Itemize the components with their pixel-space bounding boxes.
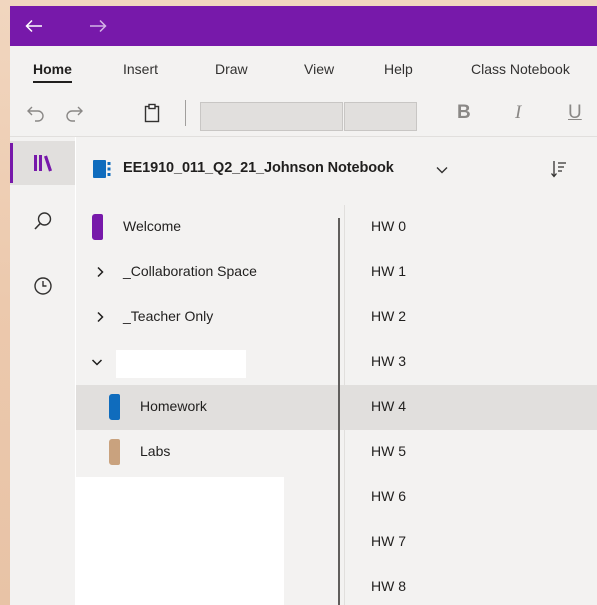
rail-recent[interactable] xyxy=(10,264,75,308)
section-color-tab xyxy=(109,439,120,465)
title-bar xyxy=(10,6,597,46)
section-group-label: _Collaboration Space xyxy=(123,263,257,279)
page-label: HW 6 xyxy=(371,488,406,504)
notebook-title[interactable]: EE1910_011_Q2_21_Johnson Notebook xyxy=(123,160,394,176)
toolbar-separator xyxy=(185,100,186,126)
page-label: HW 3 xyxy=(371,353,406,369)
onenote-window: Home Insert Draw View Help Class Noteboo… xyxy=(10,6,597,605)
page-item[interactable]: HW 3 xyxy=(345,340,597,385)
section-color-tab xyxy=(92,214,103,240)
rail-notebooks[interactable] xyxy=(10,141,75,185)
section-label: Homework xyxy=(140,398,207,414)
chevron-down-icon[interactable] xyxy=(90,355,104,369)
navigation-rail xyxy=(10,137,75,605)
tab-insert[interactable]: Insert xyxy=(123,61,158,77)
undo-icon xyxy=(27,106,44,122)
notebook-icon xyxy=(93,160,111,178)
tab-class-notebook[interactable]: Class Notebook xyxy=(471,61,570,77)
underline-button[interactable]: U xyxy=(568,102,582,124)
notebook-header[interactable]: EE1910_011_Q2_21_Johnson Notebook xyxy=(76,137,597,205)
section-homework[interactable]: Homework xyxy=(76,385,344,430)
page-item[interactable]: HW 1 xyxy=(345,250,597,295)
page-item[interactable]: HW 6 xyxy=(345,475,597,520)
clipboard-icon xyxy=(144,103,160,123)
forward-button[interactable] xyxy=(84,12,112,40)
paste-button[interactable] xyxy=(138,99,166,127)
recent-clock-icon xyxy=(33,277,52,295)
page-label: HW 5 xyxy=(371,443,406,459)
italic-button[interactable]: I xyxy=(515,102,521,124)
arrow-right-icon xyxy=(90,19,107,33)
sections-pane: Welcome _Collaboration Space _Teacher On… xyxy=(76,205,344,605)
tab-home[interactable]: Home xyxy=(33,61,72,83)
section-welcome[interactable]: Welcome xyxy=(76,205,344,250)
page-label: HW 8 xyxy=(371,578,406,594)
back-button[interactable] xyxy=(20,12,48,40)
pages-pane: HW 0 HW 1 HW 2 HW 3 HW 4 HW 5 HW 6 HW 7 … xyxy=(344,205,597,605)
tab-view[interactable]: View xyxy=(304,61,334,77)
section-color-tab xyxy=(109,394,120,420)
page-item[interactable]: HW 5 xyxy=(345,430,597,475)
page-item[interactable]: HW 0 xyxy=(345,205,597,250)
bold-button[interactable]: B xyxy=(457,102,471,124)
page-label: HW 1 xyxy=(371,263,406,279)
section-group-collaboration[interactable]: _Collaboration Space xyxy=(76,250,344,295)
sort-icon[interactable] xyxy=(551,160,567,178)
redacted-area xyxy=(76,477,284,605)
redacted-group-name xyxy=(116,350,246,378)
section-group-expanded[interactable] xyxy=(76,340,344,385)
chevron-right-icon[interactable] xyxy=(93,310,107,324)
page-item-selected[interactable]: HW 4 xyxy=(345,385,597,430)
page-item[interactable]: HW 7 xyxy=(345,520,597,565)
pane-resize-handle[interactable] xyxy=(338,218,340,605)
notebooks-icon xyxy=(33,155,52,172)
rail-search[interactable] xyxy=(10,199,75,243)
page-label: HW 0 xyxy=(371,218,406,234)
search-icon xyxy=(33,212,51,230)
tab-help[interactable]: Help xyxy=(384,61,413,77)
page-label: HW 4 xyxy=(371,398,406,414)
page-item[interactable]: HW 8 xyxy=(345,565,597,605)
section-label: Labs xyxy=(140,443,171,459)
undo-button[interactable] xyxy=(22,99,50,127)
page-item[interactable]: HW 2 xyxy=(345,295,597,340)
redo-button[interactable] xyxy=(60,99,88,127)
font-size-box[interactable] xyxy=(344,102,417,131)
redo-icon xyxy=(66,106,83,122)
home-toolbar: B I U xyxy=(10,90,597,137)
arrow-left-icon xyxy=(25,19,42,33)
chevron-right-icon[interactable] xyxy=(93,265,107,279)
tab-draw[interactable]: Draw xyxy=(215,61,248,77)
section-group-teacher-only[interactable]: _Teacher Only xyxy=(76,295,344,340)
section-labs[interactable]: Labs xyxy=(76,430,344,475)
ribbon-tabs: Home Insert Draw View Help Class Noteboo… xyxy=(10,46,597,90)
section-label: Welcome xyxy=(123,218,182,234)
chevron-down-icon[interactable] xyxy=(436,166,448,174)
page-label: HW 7 xyxy=(371,533,406,549)
section-group-label: _Teacher Only xyxy=(123,308,214,324)
font-name-box[interactable] xyxy=(200,102,343,131)
page-label: HW 2 xyxy=(371,308,406,324)
